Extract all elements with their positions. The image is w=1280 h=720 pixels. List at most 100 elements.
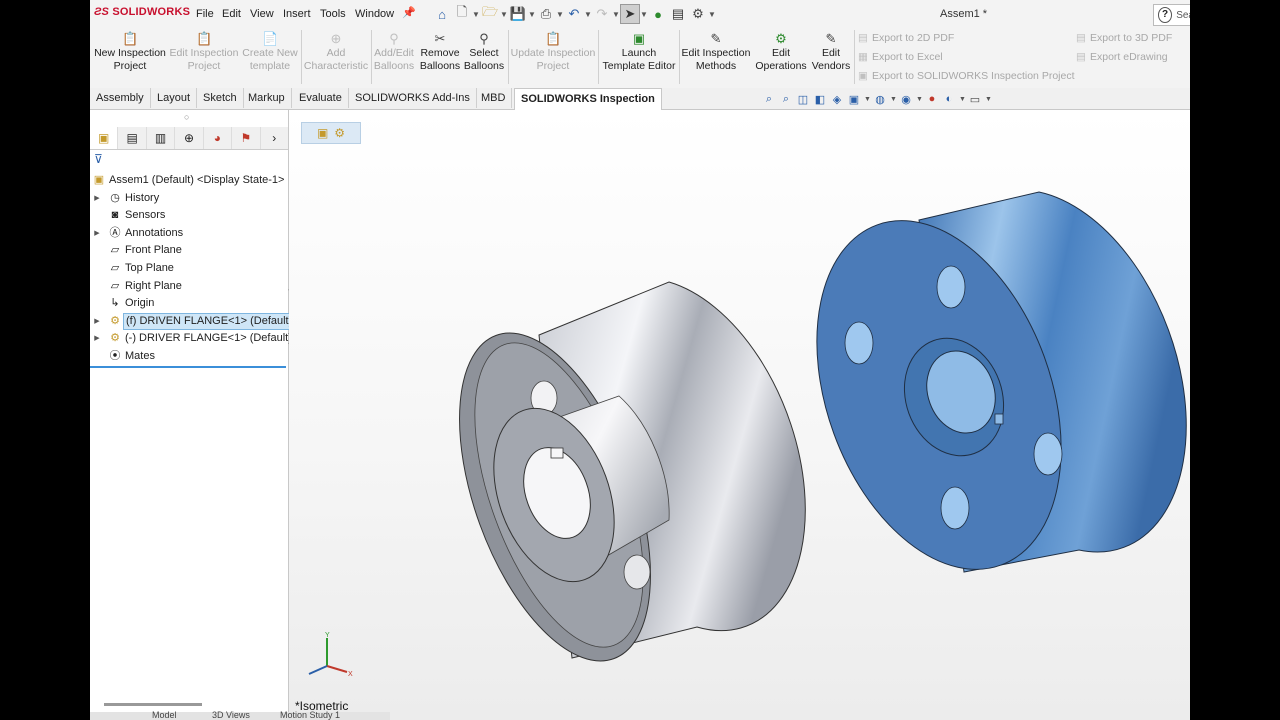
chevron-down-icon[interactable]: ▼	[528, 10, 536, 19]
graphics-area[interactable]: ▣ ⚙ Y X *Isometric	[289, 110, 1190, 720]
model-viewport[interactable]	[289, 110, 1190, 720]
select-cursor-icon[interactable]: ➤	[620, 4, 640, 24]
export-inspection-project-button[interactable]: ▣ Export to SOLIDWORKS Inspection Project	[858, 70, 1075, 82]
chevron-down-icon[interactable]: ▼	[612, 10, 620, 19]
export-edrawing-button[interactable]: ▤ Export eDrawing	[1076, 51, 1168, 63]
save-icon[interactable]: 💾	[508, 4, 528, 24]
update-inspection-project-button[interactable]: 📋 Update Inspection Project	[510, 30, 596, 82]
export-excel-button[interactable]: ▦ Export to Excel	[858, 51, 943, 63]
menu-edit[interactable]: Edit	[222, 8, 241, 20]
menu-tools[interactable]: Tools	[320, 8, 346, 20]
chevron-down-icon[interactable]: ▼	[640, 10, 648, 19]
dimxpert-tab-icon[interactable]: ⊕	[175, 127, 204, 149]
chevron-right-icon[interactable]: ›	[261, 127, 288, 149]
tree-root-assembly[interactable]: ▣ Assem1 (Default) <Display State-1>	[90, 172, 286, 189]
export-2d-pdf-button[interactable]: ▤ Export to 2D PDF	[858, 32, 954, 44]
launch-template-editor-button[interactable]: ▣ Launch Template Editor	[600, 30, 678, 82]
expand-arrow-icon[interactable]: ▶	[93, 313, 101, 330]
edit-appearance-icon[interactable]: ●	[925, 93, 939, 105]
pin-icon[interactable]: 📌	[402, 6, 416, 19]
edit-inspection-methods-button[interactable]: ✎ Edit Inspection Methods	[681, 30, 751, 82]
chevron-down-icon[interactable]: ▼	[985, 96, 992, 103]
tab-layout[interactable]: Layout	[151, 88, 198, 108]
undo-icon[interactable]: ↶	[564, 4, 584, 24]
tab-mbd[interactable]: MBD	[475, 88, 513, 108]
search-input[interactable]: Sea	[1176, 10, 1190, 21]
configuration-manager-tab-icon[interactable]: ▥	[147, 127, 176, 149]
driver-flange-part[interactable]	[772, 187, 1187, 604]
solidworks-logo[interactable]: ƧS SOLIDWORKS	[94, 6, 190, 18]
zoom-to-fit-icon[interactable]: ⌕	[762, 93, 776, 106]
view-orientation-icon[interactable]: ▣	[847, 93, 861, 106]
section-view-icon[interactable]: ◧	[813, 93, 827, 106]
select-balloons-button[interactable]: ⚲ Select Balloons	[463, 30, 505, 82]
scenes-icon[interactable]: ◐	[942, 93, 956, 105]
tab-evaluate[interactable]: Evaluate	[293, 88, 349, 108]
view-settings-icon[interactable]: ▭	[968, 93, 982, 106]
menu-file[interactable]: File	[196, 8, 214, 20]
tab-solidworks-inspection[interactable]: SOLIDWORKS Inspection	[514, 88, 662, 110]
chevron-down-icon[interactable]: ▼	[916, 96, 923, 103]
tree-item-front-plane[interactable]: ▱ Front Plane	[90, 242, 286, 259]
tab-solidworks-add-ins[interactable]: SOLIDWORKS Add-Ins	[349, 88, 477, 108]
new-inspection-project-button[interactable]: 📋 New Inspection Project	[93, 30, 167, 82]
zoom-to-area-icon[interactable]: ⌕	[779, 93, 793, 106]
tree-item-origin[interactable]: ↳ Origin	[90, 295, 286, 312]
tree-item-top-plane[interactable]: ▱ Top Plane	[90, 260, 286, 277]
file-properties-icon[interactable]: ▤	[668, 4, 688, 24]
expand-arrow-icon[interactable]: ▶	[93, 225, 101, 242]
add-edit-balloons-button[interactable]: ⚲ Add/Edit Balloons	[372, 30, 416, 82]
add-characteristic-button[interactable]: ⊕ Add Characteristic	[303, 30, 369, 82]
inspection-tab-icon[interactable]: ⚑	[232, 127, 261, 149]
tree-item-driven-flange[interactable]: ▶ ⚙ (f) DRIVEN FLANGE<1> (Default)	[90, 313, 296, 330]
driven-flange-part[interactable]	[421, 281, 806, 686]
new-document-icon[interactable]: 🗋	[452, 4, 472, 24]
feature-manager-tab-icon[interactable]: ▣	[90, 127, 119, 149]
tab-motion-study[interactable]: Motion Study 1	[280, 710, 340, 720]
edit-operations-button[interactable]: ⚙ Edit Operations	[754, 30, 808, 82]
redo-icon[interactable]: ↷	[592, 4, 612, 24]
hide-show-items-icon[interactable]: ◉	[899, 93, 913, 106]
tree-item-right-plane[interactable]: ▱ Right Plane	[90, 278, 286, 295]
rollback-bar[interactable]	[90, 366, 286, 368]
panel-collapse-handle[interactable]: ○	[184, 112, 189, 122]
menu-insert[interactable]: Insert	[283, 8, 311, 20]
display-manager-tab-icon[interactable]: ◕	[204, 127, 233, 149]
tab-markup[interactable]: Markup	[242, 88, 292, 108]
export-3d-pdf-button[interactable]: ▤ Export to 3D PDF	[1076, 32, 1172, 44]
home-icon[interactable]: ⌂	[432, 4, 452, 24]
tab-sketch[interactable]: Sketch	[197, 88, 244, 108]
tab-3d-views[interactable]: 3D Views	[212, 710, 250, 720]
traffic-light-icon[interactable]: ●	[648, 4, 668, 24]
horizontal-scrollbar[interactable]	[104, 703, 202, 706]
chevron-down-icon[interactable]: ▼	[864, 96, 871, 103]
create-new-template-button[interactable]: 📄 Create New template	[242, 30, 298, 82]
tree-item-annotations[interactable]: ▶ Ⓐ Annotations	[90, 225, 286, 242]
chevron-down-icon[interactable]: ▼	[584, 10, 592, 19]
chevron-down-icon[interactable]: ▼	[472, 10, 480, 19]
previous-view-icon[interactable]: ◫	[796, 93, 810, 106]
menu-window[interactable]: Window	[355, 8, 394, 20]
tab-model[interactable]: Model	[152, 710, 177, 720]
property-manager-tab-icon[interactable]: ▤	[118, 127, 147, 149]
print-icon[interactable]: ⎙	[536, 4, 556, 24]
help-icon[interactable]: ?	[1158, 7, 1173, 23]
remove-balloons-button[interactable]: ✂ Remove Balloons	[418, 30, 462, 82]
menu-view[interactable]: View	[250, 8, 274, 20]
tree-item-mates[interactable]: ⦿ Mates	[90, 348, 286, 365]
open-folder-icon[interactable]: 🗁	[480, 4, 500, 24]
display-style-icon[interactable]: ◍	[873, 93, 887, 106]
tree-item-history[interactable]: ▶ ◷ History	[90, 190, 286, 207]
tab-assembly[interactable]: Assembly	[90, 88, 151, 108]
dynamic-annotation-icon[interactable]: ◈	[830, 93, 844, 106]
tree-item-sensors[interactable]: ◙ Sensors	[90, 207, 286, 224]
filter-icon[interactable]: ⊽	[94, 152, 103, 166]
gear-icon[interactable]: ⚙	[688, 4, 708, 24]
chevron-down-icon[interactable]: ▼	[556, 10, 564, 19]
edit-vendors-button[interactable]: ✎ Edit Vendors	[810, 30, 852, 82]
chevron-down-icon[interactable]: ▼	[959, 96, 966, 103]
chevron-down-icon[interactable]: ▼	[890, 96, 897, 103]
tree-item-driver-flange[interactable]: ▶ ⚙ (-) DRIVER FLANGE<1> (Default)	[90, 330, 292, 347]
search-box[interactable]: ? Sea	[1153, 4, 1190, 26]
expand-arrow-icon[interactable]: ▶	[93, 190, 101, 207]
